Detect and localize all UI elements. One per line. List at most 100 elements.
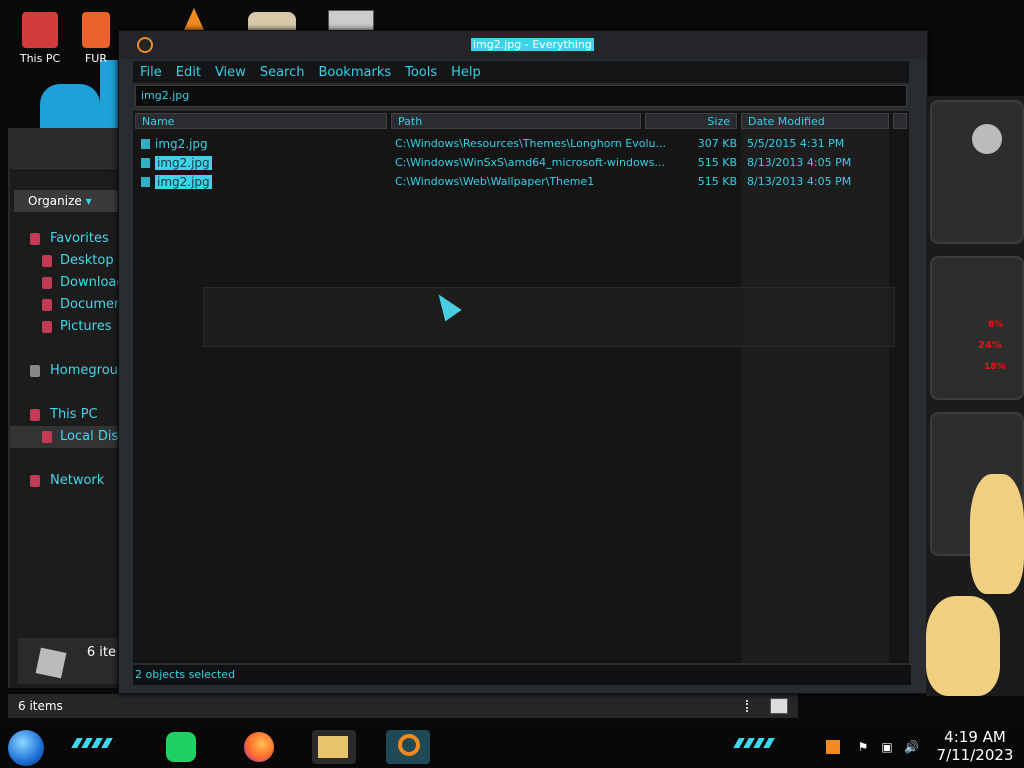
star-icon xyxy=(30,233,40,245)
organize-button[interactable]: Organize ▾ xyxy=(14,190,120,212)
network-icon[interactable]: ▣ xyxy=(880,740,894,754)
file-size: 515 KB xyxy=(697,156,737,169)
app-icon[interactable] xyxy=(248,12,296,30)
drive-icon xyxy=(42,431,52,443)
pictures-icon xyxy=(42,321,52,333)
nav-label: Local Disk xyxy=(60,429,122,444)
clock-time: 4:19 AM xyxy=(944,728,1006,746)
nav-downloads[interactable]: Download xyxy=(10,272,122,294)
title-bar[interactable]: img2.jpg - Everything xyxy=(119,31,927,59)
everything-taskbar-button[interactable] xyxy=(386,730,430,764)
file-explorer-taskbar-button[interactable] xyxy=(312,730,356,764)
start-button[interactable] xyxy=(8,730,44,766)
desktop-icon-fur[interactable]: FUR xyxy=(72,12,120,65)
result-row[interactable]: img2.jpg C:\Windows\Web\Wallpaper\Theme1… xyxy=(133,172,909,191)
file-path: C:\Windows\WinSxS\amd64_microsoft-window… xyxy=(395,156,665,169)
file-name-text: img2.jpg xyxy=(155,156,212,170)
faded-tooltip xyxy=(203,287,895,347)
navigation-pane: Favorites Desktop Download Document Pict… xyxy=(10,228,122,492)
java-icon[interactable] xyxy=(826,740,840,754)
column-header-date-modified[interactable]: Date Modified xyxy=(741,113,889,129)
search-input[interactable]: img2.jpg xyxy=(135,85,907,107)
memory-percent: 24% xyxy=(978,340,1002,351)
volume-icon[interactable]: 🔊 xyxy=(904,740,919,754)
nav-this-pc[interactable]: This PC xyxy=(10,404,122,426)
everything-window: img2.jpg - Everything File Edit View Sea… xyxy=(118,30,928,694)
decorative-chevrons xyxy=(71,738,117,748)
folder-icon xyxy=(318,736,348,758)
nav-label: Homegroup xyxy=(50,363,122,378)
nav-favorites[interactable]: Favorites xyxy=(10,228,122,250)
explorer-status-bar: 6 items xyxy=(8,694,798,718)
nav-pictures[interactable]: Pictures xyxy=(10,316,122,338)
large-icons-view-icon[interactable] xyxy=(770,698,788,714)
cartoon-character-image xyxy=(970,474,1024,594)
image-file-icon xyxy=(141,177,150,187)
nav-desktop[interactable]: Desktop xyxy=(10,250,122,272)
file-date: 8/13/2013 4:05 PM xyxy=(747,156,852,169)
file-date: 5/5/2015 4:31 PM xyxy=(747,137,845,150)
widget-panel xyxy=(930,100,1024,244)
cpu-percent: 8% xyxy=(988,320,1004,330)
status-bar: 2 objects selected xyxy=(133,665,911,685)
nav-label: Download xyxy=(60,275,122,290)
column-header-name[interactable]: Name xyxy=(135,113,387,129)
computer-icon xyxy=(22,12,58,48)
spotify-icon[interactable] xyxy=(166,732,196,762)
nav-homegroup[interactable]: Homegroup xyxy=(10,360,122,382)
sorted-column-highlight xyxy=(741,129,889,663)
alien-logo-icon xyxy=(972,124,1002,154)
file-date: 8/13/2013 4:05 PM xyxy=(747,175,852,188)
file-name: img2.jpg xyxy=(141,174,212,190)
computer-icon xyxy=(30,409,40,421)
menu-help[interactable]: Help xyxy=(444,65,488,80)
item-count: 6 ite xyxy=(86,645,116,660)
file-name: img2.jpg xyxy=(141,136,208,152)
document-icon xyxy=(42,299,52,311)
nav-documents[interactable]: Document xyxy=(10,294,122,316)
app-icon[interactable] xyxy=(328,10,374,32)
nav-network[interactable]: Network xyxy=(10,470,122,492)
chevron-down-icon: ▾ xyxy=(85,194,92,208)
nav-label: Favorites xyxy=(50,231,109,246)
menu-file[interactable]: File xyxy=(133,65,169,80)
organize-label: Organize xyxy=(28,194,82,208)
system-monitor-widget: 8% 24% 18% xyxy=(926,96,1024,696)
desktop-icon-this-pc[interactable]: This PC xyxy=(10,12,70,65)
file-name: img2.jpg xyxy=(141,155,212,171)
desktop-icon-label: This PC xyxy=(19,52,61,65)
clock-date: 7/11/2023 xyxy=(936,746,1014,764)
nav-local-disk[interactable]: Local Disk xyxy=(10,426,122,448)
column-header-path[interactable]: Path xyxy=(391,113,641,129)
column-header-spacer xyxy=(893,113,907,129)
wallpaper-blob xyxy=(40,84,100,128)
vlc-icon[interactable] xyxy=(184,8,204,30)
explorer-window: Organize ▾ Favorites Desktop Download Do… xyxy=(8,128,122,688)
details-view-icon[interactable] xyxy=(746,700,754,712)
result-row[interactable]: img2.jpg C:\Windows\Resources\Themes\Lon… xyxy=(133,134,909,153)
menu-edit[interactable]: Edit xyxy=(169,65,208,80)
menu-view[interactable]: View xyxy=(208,65,253,80)
nav-label: Desktop xyxy=(60,253,114,268)
file-name-text: img2.jpg xyxy=(155,137,208,151)
taskbar: ⚑ ▣ 🔊 4:19 AM 7/11/2023 xyxy=(0,726,1024,768)
flag-icon[interactable]: ⚑ xyxy=(856,740,870,754)
magnifier-icon xyxy=(398,734,420,756)
menu-tools[interactable]: Tools xyxy=(398,65,444,80)
nav-label: Pictures xyxy=(60,319,112,334)
nav-label: Document xyxy=(60,297,122,312)
results-list[interactable]: Name Path Size Date Modified img2.jpg C:… xyxy=(133,111,909,663)
menu-search[interactable]: Search xyxy=(253,65,312,80)
download-icon xyxy=(42,277,52,289)
firefox-icon[interactable] xyxy=(244,732,274,762)
menu-bookmarks[interactable]: Bookmarks xyxy=(311,65,398,80)
column-header-size[interactable]: Size xyxy=(645,113,737,129)
disk-percent: 18% xyxy=(984,362,1006,372)
wallpaper-blob xyxy=(100,60,118,128)
explorer-details-pane: 6 ite xyxy=(18,638,122,684)
menu-bar: File Edit View Search Bookmarks Tools He… xyxy=(133,61,909,83)
column-header-size-label: Size xyxy=(707,115,730,128)
desktop-icon xyxy=(42,255,52,267)
clock[interactable]: 4:19 AM 7/11/2023 xyxy=(930,728,1020,764)
result-row[interactable]: img2.jpg C:\Windows\WinSxS\amd64_microso… xyxy=(133,153,909,172)
